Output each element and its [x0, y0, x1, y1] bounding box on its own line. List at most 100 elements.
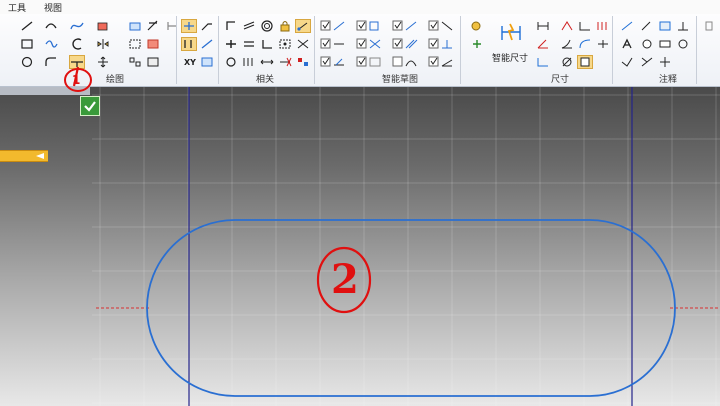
- sketch-icon[interactable]: [146, 20, 160, 32]
- pattern-icon[interactable]: [128, 56, 142, 68]
- tangent-line-icon: [332, 56, 346, 68]
- rigid-icon[interactable]: [260, 38, 274, 50]
- dimension-axis-small-icon[interactable]: [596, 38, 610, 50]
- tangent-icon[interactable]: [200, 20, 214, 32]
- circle-icon[interactable]: [20, 56, 34, 68]
- weld-symbol-icon[interactable]: [676, 20, 690, 32]
- group-label-smart-sketch: 智能草图: [381, 75, 418, 85]
- symmetric-diameter-icon[interactable]: [560, 20, 574, 32]
- dimension-axis-icon[interactable]: [470, 38, 484, 50]
- mirror-icon[interactable]: [96, 38, 110, 50]
- accept-check-icon[interactable]: [80, 96, 100, 116]
- callout-icon[interactable]: [640, 20, 654, 32]
- angle-between-icon[interactable]: [536, 38, 550, 50]
- angular-coordinate-icon[interactable]: [560, 38, 574, 50]
- balloon-icon[interactable]: [640, 38, 654, 50]
- midpoint-icon[interactable]: [242, 38, 256, 50]
- collinear-icon[interactable]: [200, 38, 214, 50]
- ribbon-separator: [612, 16, 613, 84]
- fillet-icon[interactable]: [44, 56, 58, 68]
- connect-icon[interactable]: [224, 38, 238, 50]
- surface-texture-icon[interactable]: [620, 56, 634, 68]
- group-label-annotation: 注释: [658, 75, 677, 85]
- marker-1-label: 1: [72, 73, 81, 87]
- cross-hint-icon: [368, 38, 382, 50]
- silhouette-icon: [368, 56, 382, 68]
- feature-control-icon[interactable]: [658, 38, 672, 50]
- fill-icon[interactable]: [96, 20, 110, 32]
- offset-icon[interactable]: [70, 38, 84, 50]
- distance-icon[interactable]: [260, 56, 274, 68]
- concentric-icon[interactable]: [260, 20, 274, 32]
- horizontal-hint-icon: [332, 38, 346, 50]
- curve-hint-icon: [404, 56, 418, 68]
- smart-dimension-icon[interactable]: [500, 22, 522, 42]
- scale-icon[interactable]: [278, 38, 292, 50]
- distance-between-icon[interactable]: [536, 20, 550, 32]
- angle-icon: [332, 20, 346, 32]
- angle-hint-icon: [440, 20, 454, 32]
- marker-2-label: 2: [331, 256, 359, 303]
- chamfer-dimension-icon[interactable]: [578, 20, 592, 32]
- radius-icon[interactable]: [578, 38, 592, 50]
- relation-colors-icon[interactable]: [296, 56, 310, 68]
- dimension-style-icon[interactable]: [470, 20, 484, 32]
- parallel-hint-icon: [404, 38, 418, 50]
- ribbon-separator: [696, 16, 697, 84]
- sketch-canvas[interactable]: [0, 87, 720, 406]
- curve-icon[interactable]: [70, 20, 84, 32]
- slider-handle[interactable]: [0, 150, 48, 162]
- center-mark-icon[interactable]: [658, 56, 672, 68]
- diameter-icon[interactable]: [560, 56, 574, 68]
- ribbon-separator: [176, 16, 177, 84]
- square-icon: [368, 20, 382, 32]
- ribbon-separator: [218, 16, 219, 84]
- text-icon[interactable]: [620, 38, 634, 50]
- horizontal-icon[interactable]: [181, 19, 197, 33]
- rectangle-icon[interactable]: [20, 38, 34, 50]
- edge-condition-icon[interactable]: [640, 56, 654, 68]
- group-label-relation: 相关: [255, 75, 274, 85]
- line-icon[interactable]: [20, 20, 34, 32]
- left-panel-strip: [0, 87, 90, 95]
- move-icon[interactable]: [96, 56, 110, 68]
- menu-tools[interactable]: 工具: [8, 1, 26, 14]
- align-icon[interactable]: [242, 56, 256, 68]
- datum-frame-icon[interactable]: [676, 38, 690, 50]
- coordinate-dimension-icon[interactable]: [536, 56, 550, 68]
- angle-snap-icon: [440, 56, 454, 68]
- perpendicular-icon[interactable]: [224, 20, 238, 32]
- group-label-draw: 绘图: [105, 75, 124, 85]
- grid: [92, 87, 720, 406]
- delete-relations-icon[interactable]: [278, 56, 292, 68]
- xy-label[interactable]: XY: [184, 58, 196, 67]
- point-icon[interactable]: [224, 56, 238, 68]
- show-relations-icon[interactable]: [296, 38, 310, 50]
- menu-bar: 工具 视图: [0, 0, 720, 15]
- perpendicular-hint-icon: [440, 38, 454, 50]
- lock-icon[interactable]: [278, 20, 292, 32]
- smart-dimension-label[interactable]: 智能尺寸: [492, 51, 528, 64]
- hatch-icon[interactable]: [146, 38, 160, 50]
- symmetry-icon[interactable]: [200, 56, 214, 68]
- group-label-dimension: 尺寸: [550, 75, 569, 85]
- equal-icon[interactable]: [242, 20, 256, 32]
- menu-view[interactable]: 视图: [44, 1, 62, 14]
- parallel-icon[interactable]: [181, 37, 197, 51]
- project-icon[interactable]: [128, 20, 142, 32]
- arc-icon[interactable]: [44, 20, 58, 32]
- ribbon-separator: [460, 16, 461, 84]
- ribbon-separator: [314, 16, 315, 84]
- relation-assistant-icon[interactable]: [295, 19, 311, 33]
- include-icon[interactable]: [146, 56, 160, 68]
- ribbon: 绘图 XY 相关 智能草图 智能尺寸 尺寸 注释: [0, 14, 720, 87]
- spline-icon[interactable]: [44, 38, 58, 50]
- tangent-hint-icon: [404, 20, 418, 32]
- ordinate-icon[interactable]: [596, 20, 610, 32]
- trim-icon[interactable]: [69, 55, 85, 69]
- leader-icon[interactable]: [620, 20, 634, 32]
- more-icon[interactable]: [704, 20, 718, 32]
- dimension-highlight-icon[interactable]: [577, 55, 593, 69]
- chain-icon[interactable]: [128, 38, 142, 50]
- label-icon[interactable]: [658, 20, 672, 32]
